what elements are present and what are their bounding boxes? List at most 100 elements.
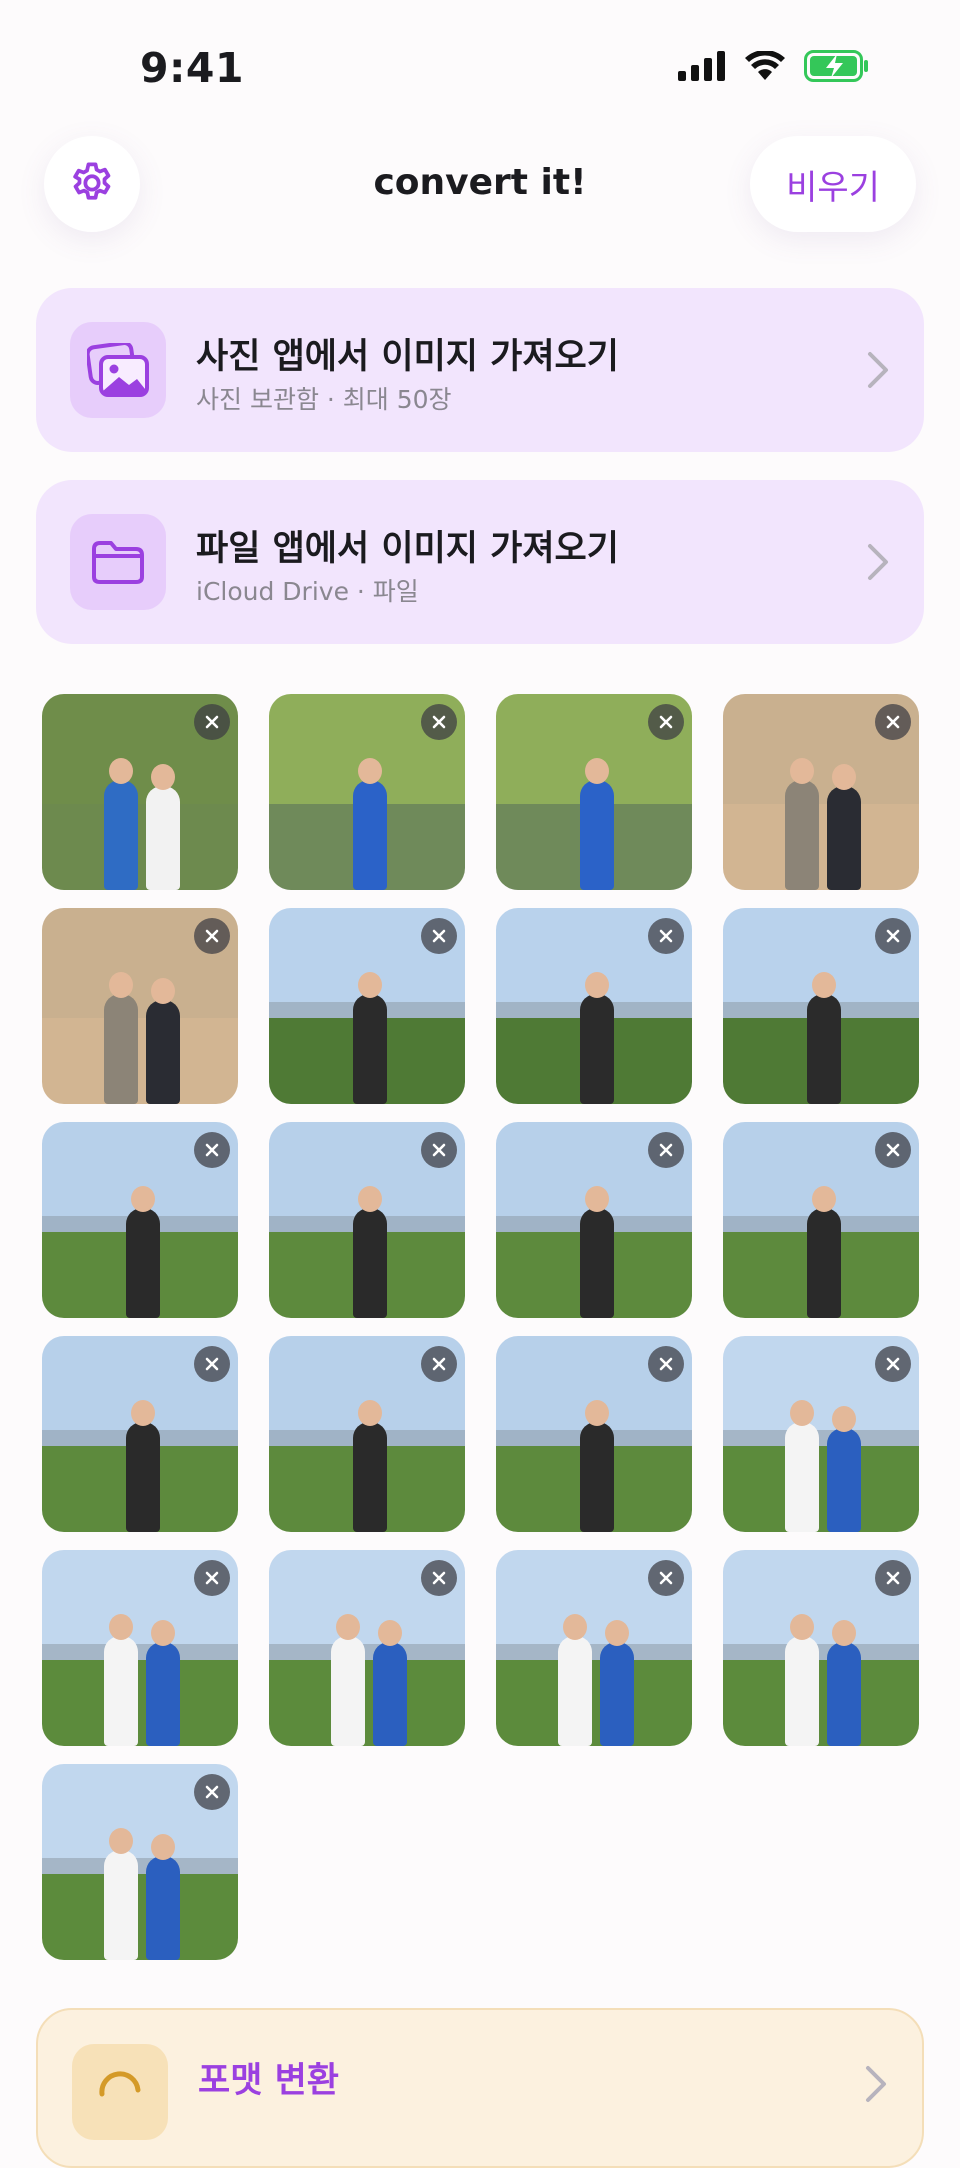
close-icon [205, 715, 219, 729]
photo-ground [42, 1873, 238, 1960]
photo-thumbnail[interactable] [723, 1122, 919, 1318]
photo-person-head [336, 1614, 360, 1640]
format-convert-title: 포맷 변환 [198, 2061, 339, 2101]
photo-person [807, 994, 841, 1104]
remove-photo-button[interactable] [421, 1346, 457, 1382]
photo-person [600, 1642, 634, 1746]
remove-photo-button[interactable] [648, 1560, 684, 1596]
photo-person-head [585, 1400, 609, 1426]
import-photos-subtitle: 사진 보관함 · 최대 50장 [196, 385, 452, 414]
remove-photo-button[interactable] [875, 1132, 911, 1168]
close-icon [205, 1143, 219, 1157]
photo-person-head [109, 1828, 133, 1854]
photo-person [580, 1208, 614, 1318]
remove-photo-button[interactable] [194, 1774, 230, 1810]
photo-thumbnail[interactable] [723, 1336, 919, 1532]
convert-icon [99, 2071, 141, 2097]
photo-person-head [131, 1400, 155, 1426]
photos-icon [87, 343, 149, 397]
remove-photo-button[interactable] [875, 704, 911, 740]
photo-person [580, 780, 614, 890]
photo-thumbnail[interactable] [496, 1122, 692, 1318]
photo-person [353, 1208, 387, 1318]
photo-person-head [832, 1620, 856, 1646]
photo-thumbnail[interactable] [42, 694, 238, 890]
remove-photo-button[interactable] [875, 918, 911, 954]
remove-photo-button[interactable] [648, 1346, 684, 1382]
photo-person-head [585, 758, 609, 784]
photo-person-head [832, 764, 856, 790]
photo-person-head [109, 758, 133, 784]
remove-photo-button[interactable] [194, 1346, 230, 1382]
photo-person [353, 994, 387, 1104]
photo-thumbnail[interactable] [496, 908, 692, 1104]
photo-thumbnail[interactable] [42, 1550, 238, 1746]
close-icon [659, 1143, 673, 1157]
remove-photo-button[interactable] [194, 1560, 230, 1596]
photo-thumbnail[interactable] [269, 1336, 465, 1532]
photo-person [353, 780, 387, 890]
import-from-photos-card[interactable]: 사진 앱에서 이미지 가져오기 사진 보관함 · 최대 50장 [36, 288, 924, 452]
photo-person [785, 1636, 819, 1746]
remove-photo-button[interactable] [875, 1346, 911, 1382]
photo-thumbnail[interactable] [42, 1336, 238, 1532]
photo-person [558, 1636, 592, 1746]
photo-thumbnail[interactable] [42, 1764, 238, 1960]
close-icon [659, 1571, 673, 1585]
close-icon [659, 1357, 673, 1371]
photo-thumbnail[interactable] [269, 1550, 465, 1746]
chevron-right-icon [866, 2066, 886, 2102]
photo-thumbnail[interactable] [42, 1122, 238, 1318]
photo-thumbnail[interactable] [42, 908, 238, 1104]
close-icon [432, 1571, 446, 1585]
convert-icon-box [72, 2044, 168, 2140]
remove-photo-button[interactable] [421, 918, 457, 954]
photo-thumbnail[interactable] [496, 1336, 692, 1532]
folder-icon [92, 541, 144, 584]
photo-person-head [151, 1620, 175, 1646]
cellular-signal-icon [678, 51, 725, 81]
photo-person [146, 1000, 180, 1104]
remove-photo-button[interactable] [875, 1560, 911, 1596]
photo-person [104, 994, 138, 1104]
remove-photo-button[interactable] [421, 1132, 457, 1168]
close-icon [886, 1143, 900, 1157]
photo-person-head [832, 1406, 856, 1432]
clear-button[interactable]: 비우기 [750, 136, 916, 232]
photo-thumbnail[interactable] [496, 1550, 692, 1746]
photo-thumbnail[interactable] [269, 1122, 465, 1318]
photos-icon-box [70, 322, 166, 418]
photo-person [580, 994, 614, 1104]
remove-photo-button[interactable] [421, 1560, 457, 1596]
photo-thumbnail[interactable] [269, 908, 465, 1104]
remove-photo-button[interactable] [194, 704, 230, 740]
photo-person [373, 1642, 407, 1746]
photo-ground [269, 1659, 465, 1746]
wifi-icon [745, 51, 785, 80]
remove-photo-button[interactable] [421, 704, 457, 740]
close-icon [886, 1357, 900, 1371]
folder-icon-box [70, 514, 166, 610]
photo-person-head [585, 1186, 609, 1212]
photo-person [104, 780, 138, 890]
photo-person [807, 1208, 841, 1318]
remove-photo-button[interactable] [648, 704, 684, 740]
close-icon [205, 1785, 219, 1799]
photo-person [104, 1636, 138, 1746]
photo-thumbnail[interactable] [496, 694, 692, 890]
photo-person [785, 1422, 819, 1532]
remove-photo-button[interactable] [648, 918, 684, 954]
photo-thumbnail[interactable] [269, 694, 465, 890]
remove-photo-button[interactable] [194, 1132, 230, 1168]
format-convert-card[interactable]: 포맷 변환 [36, 2008, 924, 2168]
photo-thumbnail[interactable] [723, 908, 919, 1104]
photo-person-head [358, 1186, 382, 1212]
photo-thumbnail[interactable] [723, 1550, 919, 1746]
remove-photo-button[interactable] [194, 918, 230, 954]
photo-thumbnail[interactable] [723, 694, 919, 890]
close-icon [886, 715, 900, 729]
import-from-files-card[interactable]: 파일 앱에서 이미지 가져오기 iCloud Drive · 파일 [36, 480, 924, 644]
status-bar: 9:41 [0, 0, 960, 130]
photo-person-head [790, 1400, 814, 1426]
remove-photo-button[interactable] [648, 1132, 684, 1168]
